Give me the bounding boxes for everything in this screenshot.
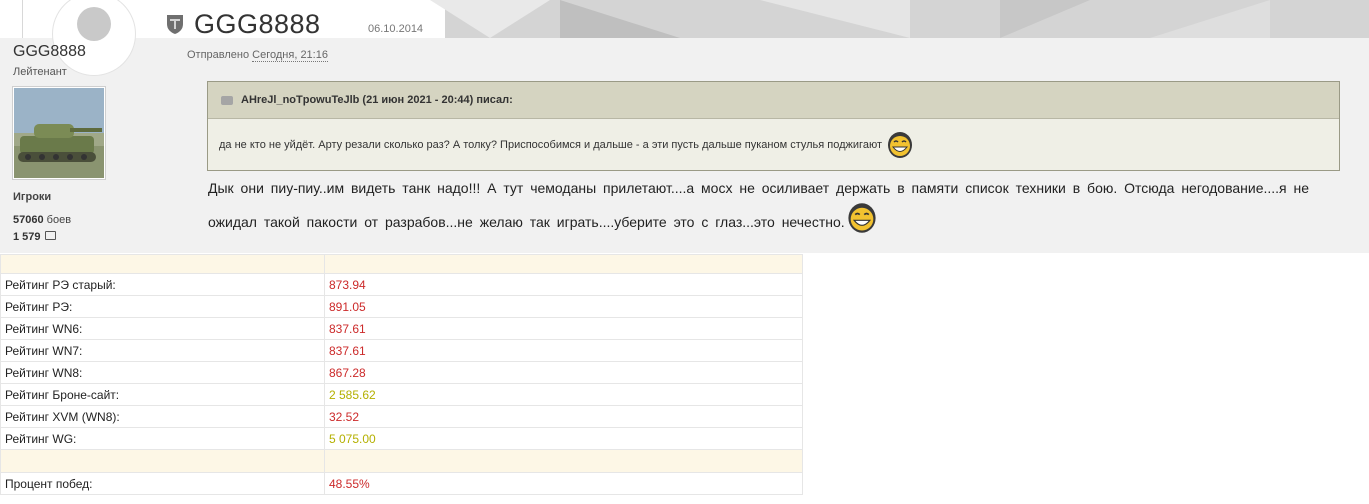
post-author-title[interactable]: GGG8888: [194, 9, 321, 40]
user-rank: Лейтенант: [13, 66, 67, 78]
stats-header-cell: [324, 254, 803, 274]
stat-label: Рейтинг WG:: [0, 427, 325, 450]
stat-label: Рейтинг WN6:: [0, 317, 325, 340]
stat-label: Рейтинг WN7:: [0, 339, 325, 362]
stat-value: 48.55%: [324, 472, 803, 495]
stat-label: Рейтинг XVM (WN8):: [0, 405, 325, 428]
post-message: Дык они пиу-пиу..им видеть танк надо!!! …: [208, 175, 1328, 235]
stat-value: 837.61: [324, 317, 803, 340]
table-row: Рейтинг WN8: 867.28: [0, 361, 803, 384]
post-date: 06.10.2014: [368, 23, 424, 35]
quote-text: да не кто не уйдёт. Арту резали сколько …: [219, 138, 882, 151]
stats-header-cell: [324, 449, 803, 473]
laughing-smiley-icon: [888, 132, 913, 158]
laughing-smiley-icon: [848, 203, 876, 233]
sent-info: Отправлено Сегодня, 21:16: [187, 49, 328, 62]
header-decoration: [760, 0, 910, 38]
quote-header: AHreJl_noTpowuTeJlb (21 июн 2021 - 20:44…: [208, 82, 1339, 119]
stat-value: 2 585.62: [324, 383, 803, 406]
stats-table: Рейтинг РЭ старый: 873.94 Рейтинг РЭ: 891.…: [0, 254, 803, 495]
header-decoration: [1150, 0, 1270, 38]
quote-text-row: да не кто не уйдёт. Арту резали сколько …: [219, 130, 915, 160]
stat-value: 873.94: [324, 273, 803, 296]
posts-count: 1 579: [13, 231, 41, 243]
tank-avatar-image: [14, 88, 104, 178]
user-posts[interactable]: 1 579: [13, 231, 56, 243]
user-avatar[interactable]: [12, 86, 106, 180]
table-row: Рейтинг XVM (WN8): 32.52: [0, 405, 803, 428]
post-message-text: Дык они пиу-пиу..им видеть танк надо!!! …: [208, 180, 1310, 230]
stats-group-header: [0, 449, 803, 473]
user-name[interactable]: GGG8888: [13, 43, 86, 61]
table-row: Рейтинг WN6: 837.61: [0, 317, 803, 340]
table-row: Процент побед: 48.55%: [0, 472, 803, 495]
stat-value: 837.61: [324, 339, 803, 362]
table-row: Рейтинг WN7: 837.61: [0, 339, 803, 362]
sent-prefix: Отправлено: [187, 49, 250, 61]
stat-value: 5 075.00: [324, 427, 803, 450]
stats-group-header: [0, 254, 803, 274]
sent-time-link[interactable]: Сегодня, 21:16: [252, 49, 328, 62]
header-divider: [22, 0, 23, 38]
stats-header-cell: [0, 254, 325, 274]
table-row: Рейтинг WG: 5 075.00: [0, 427, 803, 450]
speech-bubble-icon: [44, 231, 56, 240]
avatar-placeholder: [77, 7, 111, 41]
table-row: Рейтинг РЭ: 891.05: [0, 295, 803, 318]
header-decoration: [560, 0, 680, 38]
stat-label: Рейтинг РЭ старый:: [0, 273, 325, 296]
battles-count: 57060: [13, 214, 44, 226]
stat-value: 32.52: [324, 405, 803, 428]
stat-value: 867.28: [324, 361, 803, 384]
stat-label: Процент побед:: [0, 472, 325, 495]
battles-label: боев: [46, 214, 72, 226]
world-of-tanks-logo-icon: [167, 15, 183, 34]
stats-header-cell: [0, 449, 325, 473]
header-decoration: [1000, 0, 1090, 38]
quote-icon: [221, 96, 233, 105]
user-group: Игроки: [13, 191, 52, 203]
table-row: Рейтинг Броне-сайт: 2 585.62: [0, 383, 803, 406]
stat-label: Рейтинг РЭ:: [0, 295, 325, 318]
header-decoration: [430, 0, 550, 38]
stat-value: 891.05: [324, 295, 803, 318]
stat-label: Рейтинг Броне-сайт:: [0, 383, 325, 406]
stat-label: Рейтинг WN8:: [0, 361, 325, 384]
table-row: Рейтинг РЭ старый: 873.94: [0, 273, 803, 296]
quote-title: AHreJl_noTpowuTeJlb (21 июн 2021 - 20:44…: [241, 94, 513, 106]
user-battles: 57060 боев: [13, 214, 71, 226]
